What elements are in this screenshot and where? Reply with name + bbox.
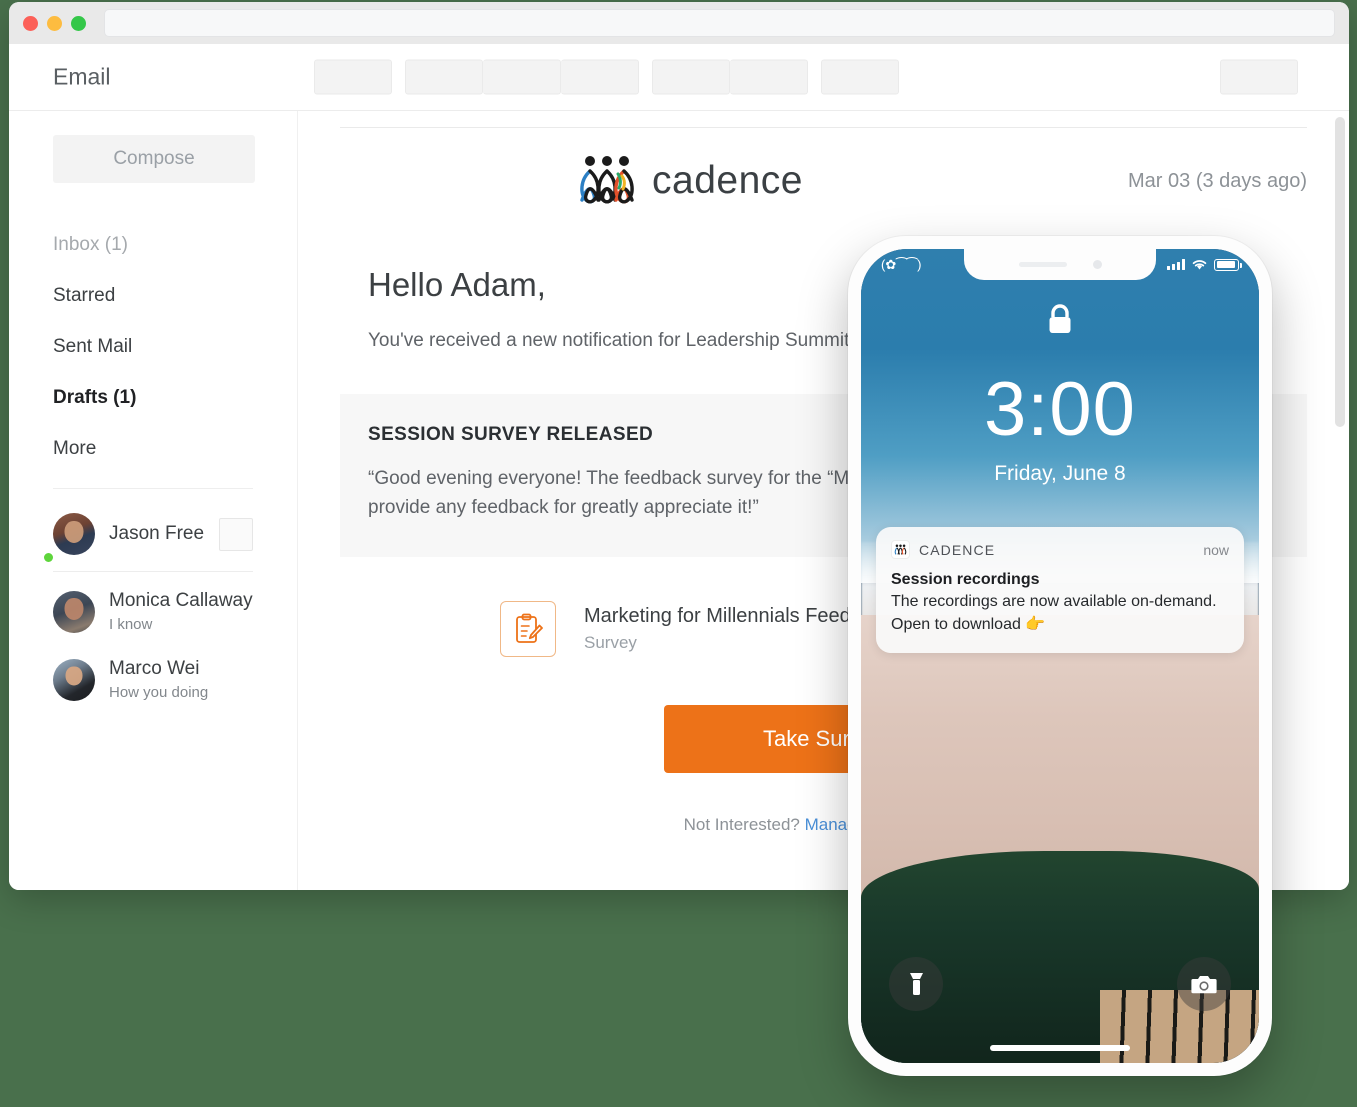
flashlight-button[interactable] [889,957,943,1011]
phone-screen: (✿⁀⁀) 3:00 Friday, June 8 CADENCE now Se… [861,249,1259,1063]
sidebar: Compose Inbox (1) Starred Sent Mail Draf… [9,111,297,890]
toolbar-button-7[interactable] [821,59,899,95]
sidebar-nav: Inbox (1) Starred Sent Mail Drafts (1) M… [9,219,297,474]
online-status-indicator [43,552,54,563]
lockscreen-date: Friday, June 8 [994,462,1126,485]
sidebar-item-drafts[interactable]: Drafts (1) [9,372,297,423]
list-item[interactable]: Jason Free [9,503,297,565]
wifi-icon [1192,260,1207,270]
contact-message: I know [109,615,153,633]
toolbar-group-1 [314,59,392,95]
status-icons [1167,258,1242,271]
avatar [53,513,95,555]
notification-body: The recordings are now available on-dema… [891,593,1217,633]
toolbar-button-5[interactable] [652,59,730,95]
contact-text: Jason Free [109,521,219,547]
toolbar-group-3 [652,59,808,95]
toolbar-group-2 [405,59,639,95]
battery-icon [1214,258,1242,271]
clipboard-pencil-icon [516,613,543,643]
avatar [53,591,95,634]
toolbar-button-6[interactable] [730,59,808,95]
survey-clipboard-icon [500,600,556,657]
push-notification[interactable]: CADENCE now Session recordings The recor… [876,527,1244,653]
wallpaper-boardwalk [1099,989,1259,1063]
contact-divider [53,571,253,572]
email-date: Mar 03 (3 days ago) [1128,169,1307,192]
email-header: cadence Mar 03 (3 days ago) [340,127,1307,208]
toolbar-right-group [1220,59,1298,95]
sidebar-item-sent-mail[interactable]: Sent Mail [9,321,297,372]
notification-timestamp: now [1203,541,1229,558]
address-bar[interactable] [104,9,1335,37]
close-window-button[interactable] [23,15,38,31]
sidebar-item-starred[interactable]: Starred [9,270,297,321]
toolbar-button-4[interactable] [561,59,639,95]
avatar-face [65,666,83,686]
footer-text: Not Interested? [683,814,800,834]
signal-bars-icon [1167,259,1185,270]
page-title: Email [53,63,111,90]
camera-icon [1191,975,1217,993]
avatar-face [64,597,84,620]
lockscreen-info: 3:00 Friday, June 8 [861,301,1259,486]
toolbar-group-4 [821,59,899,95]
notification-app-name: CADENCE [919,541,996,558]
toolbar-button-8[interactable] [1220,59,1298,95]
toolbar-button-groups [314,59,899,95]
contact-text: Monica Callaway I know [109,588,253,636]
contact-list: Jason Free Monica Callaway I know Marco … [9,503,297,714]
avatar [53,659,95,702]
lock-icon [1049,304,1071,333]
scrollbar-thumb[interactable] [1335,117,1345,427]
cadence-wordmark: cadence [652,159,803,202]
traffic-lights [23,15,86,31]
avatar-face [64,521,84,544]
carrier-label: (✿⁀⁀) [881,256,922,272]
minimize-window-button[interactable] [47,15,62,31]
camera-button[interactable] [1177,957,1231,1011]
home-indicator[interactable] [990,1045,1130,1051]
flashlight-icon [909,972,923,995]
phone-mockup: (✿⁀⁀) 3:00 Friday, June 8 CADENCE now Se… [848,236,1272,1076]
phone-notch [964,249,1156,280]
notification-title: Session recordings [891,571,1040,588]
front-camera [1092,260,1102,269]
contact-name: Marco Wei [109,658,200,680]
list-item[interactable]: Marco Wei How you doing [9,646,297,714]
toolbar-button-3[interactable] [483,59,561,95]
lockscreen-time: 3:00 [984,367,1136,452]
screen-root: Email Compose Inbox (1) Starred Sent Mai… [0,0,1357,1107]
cadence-logo: cadence [576,154,803,208]
contact-text: Marco Wei How you doing [109,656,253,704]
maximize-window-button[interactable] [71,15,86,31]
toolbar-button-1[interactable] [314,59,392,95]
contact-name: Jason Free [109,523,205,545]
compose-button[interactable]: Compose [53,135,255,183]
toolbar-button-2[interactable] [405,59,483,95]
sidebar-item-more[interactable]: More [9,423,297,474]
list-item[interactable]: Monica Callaway I know [9,578,297,646]
notification-header: CADENCE now [891,540,1229,559]
cadence-logo-icon [580,156,634,204]
cadence-mark-icon [894,544,907,555]
window-titlebar [9,2,1349,44]
sidebar-divider [53,488,253,489]
contact-name: Monica Callaway [109,590,253,611]
contact-action-box[interactable] [219,517,253,551]
cadence-app-icon [891,540,910,559]
earpiece-speaker [1018,262,1067,267]
app-toolbar: Email [9,44,1349,111]
content-scrollbar[interactable] [1335,117,1345,868]
sidebar-item-inbox[interactable]: Inbox (1) [9,219,297,270]
contact-message: How you doing [109,683,209,701]
